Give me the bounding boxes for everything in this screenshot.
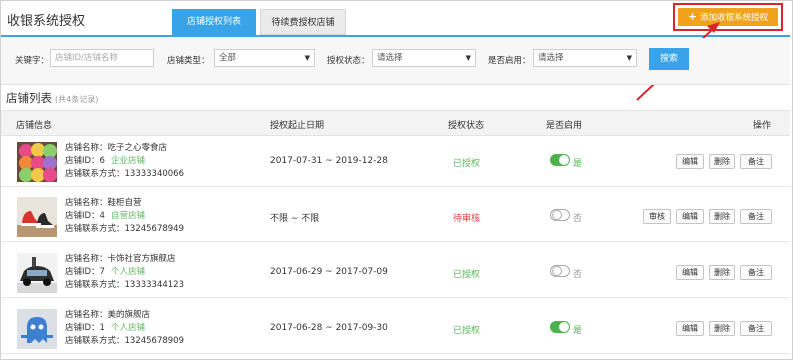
table-row: 店铺名称：卡饰社官方旗舰店 店铺ID：7 个人店铺 店铺联系方式：13333344… bbox=[1, 247, 790, 298]
column-auth-status: 授权状态 bbox=[448, 121, 485, 131]
toggle-knob bbox=[559, 155, 569, 165]
delete-button[interactable]: 删除 bbox=[709, 209, 735, 224]
review-button[interactable]: 审核 bbox=[643, 209, 671, 224]
enabled-toggle[interactable] bbox=[550, 209, 570, 221]
auth-dates: 2017-06-29 ~ 2017-07-09 bbox=[270, 267, 388, 277]
toggle-knob bbox=[552, 266, 562, 276]
auth-status-select[interactable]: 请选择 ▼ bbox=[372, 49, 476, 67]
remark-button[interactable]: 备注 bbox=[740, 209, 772, 224]
remark-button[interactable]: 备注 bbox=[740, 321, 772, 336]
shop-id: 店铺ID：1 bbox=[65, 323, 105, 333]
shop-thumbnail bbox=[17, 309, 57, 349]
search-button[interactable]: 搜索 bbox=[649, 48, 689, 70]
dropdown-caret-icon: ▼ bbox=[626, 54, 632, 62]
shop-phone: 店铺联系方式：13333344123 bbox=[65, 280, 184, 290]
table-row: 店铺名称：鞋柜自营 店铺ID：4 自营店铺 店铺联系方式：13245678949 … bbox=[1, 191, 790, 242]
auth-status: 已授权 bbox=[453, 159, 481, 169]
column-enabled: 是否启用 bbox=[546, 121, 583, 131]
shop-id: 店铺ID：6 bbox=[65, 156, 105, 166]
list-header: 店铺列表 (共4条记录) bbox=[6, 90, 98, 106]
enabled-label-text: 否 bbox=[573, 214, 583, 224]
table-row: 店铺名称：吃子之心零食店 店铺ID：6 企业店铺 店铺联系方式：133333400… bbox=[1, 136, 790, 187]
list-title: 店铺列表 bbox=[6, 91, 52, 105]
edit-button[interactable]: 编辑 bbox=[676, 265, 704, 280]
shop-type-tag: 个人店铺 bbox=[110, 267, 145, 277]
enabled-label-text: 否 bbox=[573, 270, 583, 280]
shop-id: 店铺ID：7 bbox=[65, 267, 105, 277]
column-shop-info: 店铺信息 bbox=[16, 121, 53, 131]
shop-info: 店铺名称：美的旗舰店 店铺ID：1 个人店铺 店铺联系方式：13245678909 bbox=[65, 309, 184, 348]
auth-dates: 不限 ~ 不限 bbox=[270, 214, 320, 224]
enabled-toggle[interactable] bbox=[550, 154, 570, 166]
toggle-knob bbox=[559, 322, 569, 332]
column-actions: 操作 bbox=[753, 121, 772, 131]
shop-thumbnail bbox=[17, 142, 57, 182]
filter-bar: 关键字： 店铺ID/店铺名称 店铺类型： 全部 ▼ 授权状态： 请选择 ▼ 是否… bbox=[1, 38, 790, 85]
enabled-select[interactable]: 请选择 ▼ bbox=[533, 49, 637, 67]
shop-name: 店铺名称：吃子之心零食店 bbox=[65, 143, 168, 153]
edit-button[interactable]: 编辑 bbox=[676, 154, 704, 169]
shop-info: 店铺名称：卡饰社官方旗舰店 店铺ID：7 个人店铺 店铺联系方式：13333344… bbox=[65, 253, 184, 292]
shop-thumbnail bbox=[17, 197, 57, 237]
delete-button[interactable]: 删除 bbox=[709, 321, 735, 336]
shop-name: 店铺名称：鞋柜自营 bbox=[65, 198, 142, 208]
toggle-knob bbox=[552, 210, 562, 220]
enabled-value: 请选择 bbox=[538, 53, 564, 63]
delete-button[interactable]: 删除 bbox=[709, 154, 735, 169]
shop-type-value: 全部 bbox=[219, 53, 237, 63]
enabled-toggle[interactable] bbox=[550, 321, 570, 333]
shop-name: 店铺名称：美的旗舰店 bbox=[65, 310, 151, 320]
shop-info: 店铺名称：鞋柜自营 店铺ID：4 自营店铺 店铺联系方式：13245678949 bbox=[65, 197, 184, 236]
column-auth-dates: 授权起止日期 bbox=[270, 121, 325, 131]
remark-button[interactable]: 备注 bbox=[740, 154, 772, 169]
keyword-label: 关键字： bbox=[15, 56, 50, 66]
auth-status: 已授权 bbox=[453, 270, 481, 280]
table-header: 店铺信息 授权起止日期 授权状态 是否启用 操作 bbox=[1, 110, 790, 136]
shop-type-select[interactable]: 全部 ▼ bbox=[214, 49, 315, 67]
shop-type-label: 店铺类型： bbox=[167, 56, 210, 66]
shop-thumbnail bbox=[17, 253, 57, 293]
auth-dates: 2017-06-28 ~ 2017-09-30 bbox=[270, 323, 388, 333]
edit-button[interactable]: 编辑 bbox=[676, 209, 704, 224]
list-count: (共4条记录) bbox=[55, 95, 99, 104]
shop-name: 店铺名称：卡饰社官方旗舰店 bbox=[65, 254, 176, 264]
shop-id: 店铺ID：4 bbox=[65, 211, 105, 221]
shop-info: 店铺名称：吃子之心零食店 店铺ID：6 企业店铺 店铺联系方式：133333400… bbox=[65, 142, 184, 181]
auth-dates: 2017-07-31 ~ 2019-12-28 bbox=[270, 156, 388, 166]
edit-button[interactable]: 编辑 bbox=[676, 321, 704, 336]
auth-status: 已授权 bbox=[453, 326, 481, 336]
enabled-label-text: 是 bbox=[573, 326, 583, 336]
shop-type-tag: 个人店铺 bbox=[110, 323, 145, 333]
keyword-input[interactable]: 店铺ID/店铺名称 bbox=[50, 49, 154, 67]
dropdown-caret-icon: ▼ bbox=[465, 54, 471, 62]
dropdown-caret-icon: ▼ bbox=[304, 54, 310, 62]
delete-button[interactable]: 删除 bbox=[709, 265, 735, 280]
shop-phone: 店铺联系方式：13245678949 bbox=[65, 224, 184, 234]
shop-type-tag: 企业店铺 bbox=[110, 156, 145, 166]
shop-phone: 店铺联系方式：13245678909 bbox=[65, 336, 184, 346]
enabled-label-text: 是 bbox=[573, 159, 583, 169]
auth-status-label: 授权状态： bbox=[327, 56, 370, 66]
auth-status: 待审核 bbox=[453, 214, 481, 224]
shop-type-tag: 自营店铺 bbox=[110, 211, 145, 221]
shop-phone: 店铺联系方式：13333340066 bbox=[65, 169, 184, 179]
enabled-label: 是否启用： bbox=[488, 56, 531, 66]
auth-status-value: 请选择 bbox=[377, 53, 403, 63]
enabled-toggle[interactable] bbox=[550, 265, 570, 277]
table-row: 店铺名称：美的旗舰店 店铺ID：1 个人店铺 店铺联系方式：13245678909… bbox=[1, 303, 790, 354]
remark-button[interactable]: 备注 bbox=[740, 265, 772, 280]
